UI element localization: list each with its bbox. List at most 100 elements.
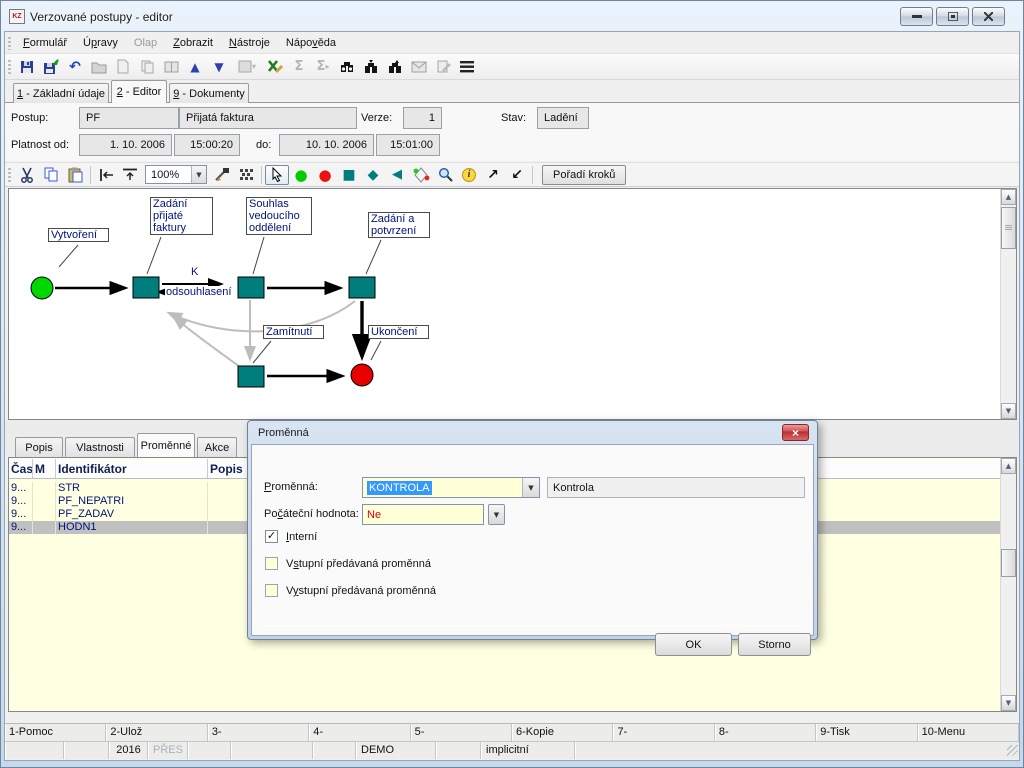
menu-item-upravy[interactable]: Úpravy [75,34,126,52]
tab-promenne[interactable]: Proměnné [137,433,195,457]
save-as-icon[interactable] [39,57,63,77]
bitmap-icon[interactable] [234,165,258,185]
close-icon[interactable]: × [782,424,809,441]
fkey-9[interactable]: 9-Tisk [816,724,918,741]
postup-code-field[interactable]: PF [79,107,179,129]
node-label-souhlas[interactable]: Souhlas vedoucího oddělení [246,197,312,235]
find-prev-icon[interactable] [383,57,407,77]
platnost-od-time-field[interactable]: 15:00:20 [174,134,240,156]
minimize-button[interactable] [900,7,933,26]
stav-field[interactable]: Ladění [537,107,589,129]
fkey-6[interactable]: 6-Kopie [512,724,614,741]
fkey-3[interactable]: 3- [207,724,310,741]
scrollbar-thumb[interactable] [1001,207,1016,249]
move-down-icon[interactable]: ▼ [207,57,231,77]
column-header-identifikator[interactable]: Identifikátor [56,459,208,478]
menu-list-icon[interactable] [455,57,479,77]
verze-field[interactable]: 1 [403,107,442,129]
node-label-zamitnuti[interactable]: Zamítnutí [263,325,324,339]
info-tool-icon[interactable]: i [457,165,481,185]
node-label-ukonceni[interactable]: Ukončení [368,325,429,339]
chevron-down-icon[interactable]: ▼ [522,478,539,497]
start-node-icon[interactable]: ● [289,165,313,185]
promenna-combo[interactable]: KONTROLA ▼ [362,477,540,498]
menu-item-formular[interactable]: Formulář [15,34,75,52]
fkey-4[interactable]: 4- [309,724,411,741]
panel-scrollbar[interactable]: ▲ ▼ [1000,458,1016,711]
platnost-od-date-field[interactable]: 1. 10. 2006 [79,134,172,156]
find-icon[interactable] [335,57,359,77]
align-edge-icon[interactable] [94,165,118,185]
activity-node-zamitnuti[interactable] [237,365,265,388]
platnost-do-date-field[interactable]: 10. 10. 2006 [279,134,374,156]
undo-icon[interactable]: ↶ [63,57,87,77]
tab-dokumenty[interactable]: 9 - Dokumenty [169,83,249,103]
menu-item-zobrazit[interactable]: Zobrazit [165,34,221,52]
activity-node-zadani[interactable] [132,276,160,299]
node-label-zadani-potvrzeni[interactable]: Zadání a potvrzení [368,212,430,238]
dialog-title-bar[interactable]: Proměnná × [248,421,817,444]
column-header-cas[interactable]: Čas [9,459,33,478]
copy-icon[interactable] [39,165,63,185]
save-icon[interactable] [15,57,39,77]
zoom-select[interactable]: 100% ▼ [145,165,207,184]
menu-item-nastroje[interactable]: Nástroje [221,34,278,52]
activity-node-icon[interactable]: ■ [337,165,361,185]
fkey-7[interactable]: 7- [613,724,715,741]
diagram-scrollbar[interactable]: ▲ ▼ [1000,189,1016,419]
chevron-down-icon[interactable]: ▼ [488,504,505,525]
close-button[interactable] [972,7,1005,26]
edge-label-odsouhlaseni[interactable]: odsouhlasení [165,286,233,298]
fkey-2[interactable]: 2-Ulož [106,724,208,741]
zoom-tool-icon[interactable] [433,165,457,185]
order-steps-button[interactable]: Pořadí kroků [542,164,627,185]
title-bar[interactable]: KZ Verzované postupy - editor [5,2,1019,31]
storno-button[interactable]: Storno [738,633,811,656]
node-label-zadani-prijate[interactable]: Zadání přijaté faktury [150,197,213,235]
fkey-8[interactable]: 8- [714,724,817,741]
postup-name-field[interactable]: Přijatá faktura [179,107,357,129]
node-label-vytvoreni[interactable]: Vytvoření [48,228,109,242]
activity-node-potvrzeni[interactable] [348,276,376,299]
end-node[interactable] [350,363,374,387]
select-cursor-icon[interactable] [265,164,289,185]
scroll-down-icon[interactable]: ▼ [1001,403,1016,419]
properties-icon[interactable] [210,165,234,185]
end-node-icon[interactable]: ● [313,165,337,185]
fkey-1[interactable]: 1-Pomoc [5,724,107,741]
cut-icon[interactable] [15,165,39,185]
scrollbar-thumb[interactable] [1001,549,1016,577]
decision-node-icon[interactable]: ◆ [361,165,385,185]
resize-grip[interactable] [1007,745,1018,756]
vstupni-checkbox[interactable] [265,557,278,570]
align-top-icon[interactable] [118,165,142,185]
menu-item-napoveda[interactable]: Nápověda [278,34,344,52]
scroll-up-icon[interactable]: ▲ [1001,189,1016,205]
tab-akce[interactable]: Akce [197,437,237,457]
activity-node-souhlas[interactable] [237,276,265,299]
find-next-icon[interactable] [359,57,383,77]
hodnota-combo[interactable]: Ne [362,504,484,525]
chevron-down-icon[interactable]: ▼ [191,166,206,183]
paste-icon[interactable] [63,165,87,185]
interni-checkbox[interactable]: ✓ [265,530,278,543]
scroll-up-icon[interactable]: ▲ [1001,458,1016,474]
start-node[interactable] [30,276,54,300]
fkey-5[interactable]: 5- [410,724,513,741]
platnost-do-time-field[interactable]: 15:01:00 [376,134,440,156]
column-header-m[interactable]: M [33,459,56,478]
link-back-icon[interactable]: ↙ [505,165,529,185]
workflow-canvas[interactable]: Vytvoření Zadání přijaté faktury Souhlas… [8,188,1017,420]
excel-edit-icon[interactable] [263,57,287,77]
fkey-10[interactable]: 10-Menu [917,724,1020,741]
condition-node-icon[interactable] [409,165,433,185]
subprocess-node-icon[interactable]: ◀ [385,165,409,185]
scroll-down-icon[interactable]: ▼ [1001,695,1016,711]
tab-vlastnosti[interactable]: Vlastnosti [65,437,135,457]
restore-button[interactable] [936,7,969,26]
link-forward-icon[interactable]: ↗ [481,165,505,185]
move-up-icon[interactable]: ▲ [183,57,207,77]
tab-editor[interactable]: 2 - Editor [111,80,167,103]
promenna-dialog[interactable]: Proměnná × Proměnná: KONTROLA ▼ Kontrola… [247,420,818,656]
tab-popis[interactable]: Popis [15,437,63,457]
